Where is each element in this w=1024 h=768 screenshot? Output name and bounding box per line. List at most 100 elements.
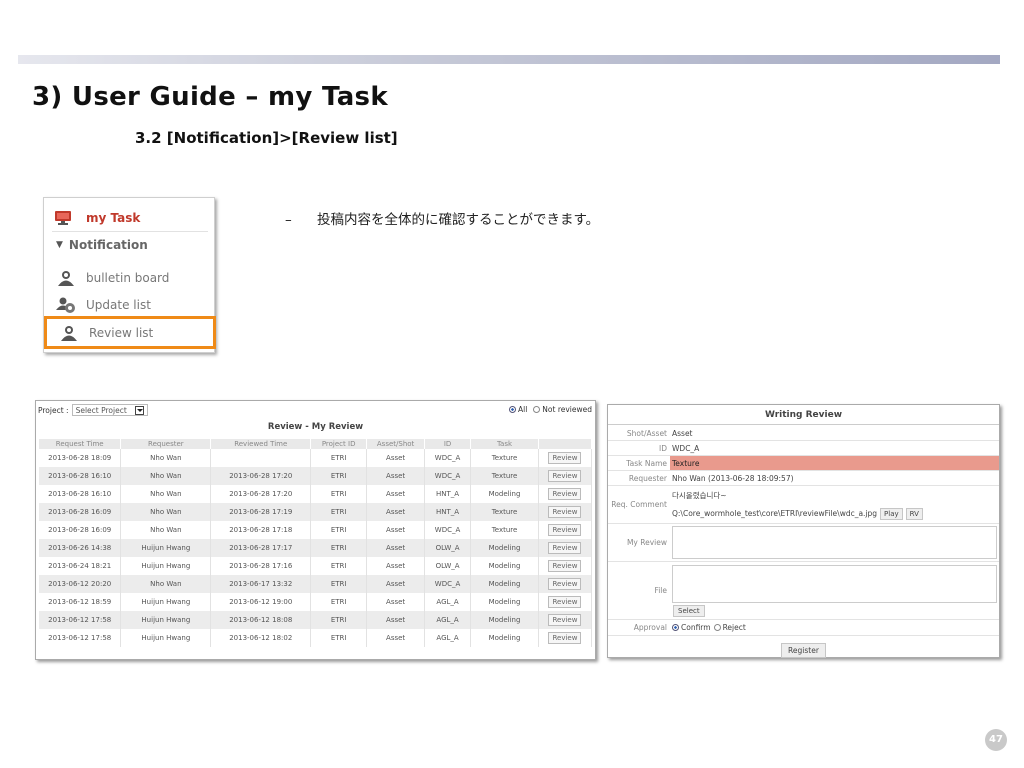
comment-label: Req. Comment xyxy=(611,500,667,509)
menu-item-update-list[interactable]: Update list xyxy=(56,295,151,315)
table-cell: Asset xyxy=(366,593,426,611)
table-cell: 2013-06-12 18:59 xyxy=(39,593,122,611)
task-name-value: Texture xyxy=(670,456,999,470)
select-file-button[interactable]: Select xyxy=(673,604,705,617)
table-row: 2013-06-28 16:09 Nho Wan 2013-06-28 17:19 E… xyxy=(39,503,593,521)
play-button[interactable]: Play xyxy=(880,507,903,520)
review-button[interactable]: Review xyxy=(548,632,582,644)
table-cell: ETRI xyxy=(310,467,368,485)
table-cell: Huijun Hwang xyxy=(120,539,212,557)
column-header: Task xyxy=(470,439,539,449)
table-cell: Asset xyxy=(366,449,426,467)
review-table: Request Time Requester Reviewed Time Projec… xyxy=(39,439,593,647)
comment-file-line: Q:\Core_wormhole_test\core\ETRI\reviewFi… xyxy=(672,507,923,520)
table-cell: 2013-06-12 18:02 xyxy=(210,629,312,647)
table-cell: Review xyxy=(538,557,593,575)
register-row: Register xyxy=(608,638,999,658)
column-header: ID xyxy=(424,439,472,449)
my-task-header[interactable]: my Task xyxy=(52,204,208,232)
table-cell: Asset xyxy=(366,485,426,503)
caret-down-icon: ▼ xyxy=(56,240,63,250)
column-header: Requester xyxy=(120,439,212,449)
reject-radio[interactable]: Reject xyxy=(713,623,746,632)
table-row: 2013-06-12 17:58 Huijun Hwang 2013-06-12 1… xyxy=(39,611,593,629)
table-row: 2013-06-28 16:09 Nho Wan 2013-06-28 17:18 E… xyxy=(39,521,593,539)
table-cell: HNT_A xyxy=(424,503,472,521)
shot-asset-row: Shot/Asset Asset xyxy=(608,426,999,441)
review-button[interactable]: Review xyxy=(548,614,582,626)
id-row: ID WDC_A xyxy=(608,441,999,456)
table-cell: Texture xyxy=(470,503,539,521)
requester-row: Requester Nho Wan (2013-06-28 18:09:57) xyxy=(608,471,999,486)
comment-file-path[interactable]: Q:\Core_wormhole_test\core\ETRI\reviewFi… xyxy=(672,509,877,518)
table-cell: Review xyxy=(538,485,593,503)
notification-section[interactable]: ▼ Notification xyxy=(56,238,148,252)
review-button[interactable]: Review xyxy=(548,596,582,608)
table-cell: 2013-06-28 16:09 xyxy=(39,521,122,539)
table-cell: Review xyxy=(538,503,593,521)
table-cell: Asset xyxy=(366,611,426,629)
review-button[interactable]: Review xyxy=(548,524,582,536)
filter-not-reviewed-radio[interactable]: Not reviewed xyxy=(533,405,592,414)
column-header xyxy=(538,439,593,449)
my-review-row: My Review xyxy=(608,524,999,562)
table-cell: Huijun Hwang xyxy=(120,611,212,629)
review-filter-radios: All Not reviewed xyxy=(508,405,592,414)
table-cell: Review xyxy=(538,611,593,629)
writing-review-screenshot: Writing Review Shot/Asset Asset ID WDC_A… xyxy=(607,404,1000,658)
table-cell: Modeling xyxy=(470,485,539,503)
file-row: File Select xyxy=(608,562,999,620)
table-cell: ETRI xyxy=(310,485,368,503)
comment-row: Req. Comment 다시올렸습니다~ Q:\Core_wormhole_t… xyxy=(608,486,999,524)
filter-all-radio[interactable]: All xyxy=(508,405,528,414)
radio-checked-icon xyxy=(508,406,516,413)
register-button[interactable]: Register xyxy=(781,643,826,658)
review-button[interactable]: Review xyxy=(548,578,582,590)
table-cell: Review xyxy=(538,593,593,611)
id-value: WDC_A xyxy=(672,443,700,453)
rv-button[interactable]: RV xyxy=(905,507,923,520)
table-cell: AGL_A xyxy=(424,593,472,611)
dropdown-arrow-icon[interactable] xyxy=(134,405,144,415)
table-cell: 2013-06-12 18:08 xyxy=(210,611,312,629)
table-cell: Nho Wan xyxy=(120,485,212,503)
table-cell: Review xyxy=(538,539,593,557)
review-button[interactable]: Review xyxy=(548,506,582,518)
approval-label: Approval xyxy=(633,623,667,632)
comment-content: 다시올렸습니다~ Q:\Core_wormhole_test\core\ETRI… xyxy=(670,486,999,523)
table-cell: Modeling xyxy=(470,557,539,575)
my-review-textarea[interactable] xyxy=(672,526,997,559)
table-cell: Modeling xyxy=(470,575,539,593)
review-button[interactable]: Review xyxy=(548,542,582,554)
filter-all-label: All xyxy=(517,405,528,414)
table-row: 2013-06-26 14:38 Huijun Hwang 2013-06-28 1… xyxy=(39,539,593,557)
table-cell: 2013-06-28 16:10 xyxy=(39,485,122,503)
menu-item-bulletin-board[interactable]: bulletin board xyxy=(56,268,169,288)
table-cell: 2013-06-26 14:38 xyxy=(39,539,122,557)
menu-item-label: Review list xyxy=(89,325,154,340)
menu-item-review-list[interactable]: Review list xyxy=(44,316,216,349)
review-button[interactable]: Review xyxy=(548,560,582,572)
table-cell: Huijun Hwang xyxy=(120,593,212,611)
file-textarea[interactable] xyxy=(672,564,997,603)
table-cell: Asset xyxy=(366,575,426,593)
page-subtitle: 3.2 [Notification]>[Review list] xyxy=(135,129,398,147)
user-icon xyxy=(61,325,77,341)
review-button[interactable]: Review xyxy=(548,470,582,482)
table-cell: 2013-06-28 16:10 xyxy=(39,467,122,485)
table-cell: AGL_A xyxy=(424,611,472,629)
table-cell: 2013-06-28 17:20 xyxy=(210,467,312,485)
table-cell: 2013-06-12 17:58 xyxy=(39,611,122,629)
my-task-label: my Task xyxy=(86,210,141,225)
project-select[interactable]: Select Project xyxy=(71,404,148,416)
confirm-radio[interactable]: Confirm xyxy=(672,623,711,632)
review-button[interactable]: Review xyxy=(548,488,582,500)
table-cell: 2013-06-28 17:19 xyxy=(210,503,312,521)
shot-asset-label: Shot/Asset xyxy=(626,428,667,438)
table-cell: ETRI xyxy=(310,593,368,611)
column-header: Reviewed Time xyxy=(210,439,312,449)
comment-text: 다시올렸습니다~ xyxy=(672,490,727,500)
page-title: 3) User Guide – my Task xyxy=(32,82,388,112)
review-button[interactable]: Review xyxy=(548,452,582,464)
table-cell: 2013-06-12 17:58 xyxy=(39,629,122,647)
